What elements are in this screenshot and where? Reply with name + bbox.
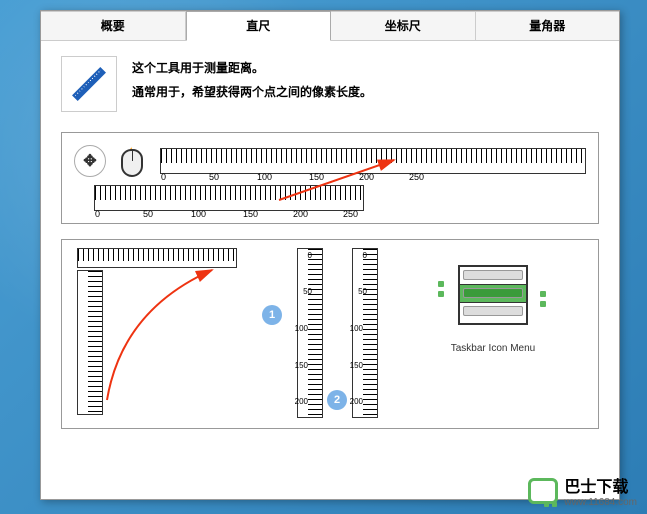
intro-section: 这个工具用于测量距离。 通常用于，希望获得两个点之间的像素长度。	[61, 56, 599, 112]
tab-protractor[interactable]: 量角器	[476, 11, 620, 40]
intro-line1: 这个工具用于测量距离。	[132, 56, 372, 80]
vertical-ruler-2: 0 50 100 150 200	[297, 248, 323, 418]
tab-overview[interactable]: 概要	[41, 11, 186, 40]
vertical-ruler-1	[77, 270, 103, 415]
intro-text: 这个工具用于测量距离。 通常用于，希望获得两个点之间的像素长度。	[132, 56, 372, 112]
badge-1: 1	[262, 305, 282, 325]
move-icon: ✥	[74, 145, 106, 177]
taskbar-label: Taskbar Icon Menu	[448, 343, 538, 354]
mouse-icon	[121, 145, 145, 177]
tab-bar: 概要 直尺 坐标尺 量角器	[41, 11, 619, 41]
vertical-ruler-3: 0 50 100 150 200	[352, 248, 378, 418]
example-panel-1: ✥ 0 50 100 150 200 250	[61, 132, 599, 224]
watermark-icon	[528, 478, 558, 504]
example-panel-2: 0 50 100 150 200 0 50 100 150 200 1 2	[61, 239, 599, 429]
small-hruler	[77, 248, 237, 268]
badge-2: 2	[327, 390, 347, 410]
watermark: 巴士下载 www.11684.com	[528, 473, 637, 508]
ruler-tool-icon	[61, 56, 117, 112]
watermark-url: www.11684.com	[564, 497, 637, 508]
horizontal-ruler-top: 0 50 100 150 200 250	[160, 148, 586, 174]
intro-line2: 通常用于，希望获得两个点之间的像素长度。	[132, 80, 372, 104]
help-window: 概要 直尺 坐标尺 量角器 这个工具用于测量距离。 通常用于，希望获得两个点之间…	[40, 10, 620, 500]
horizontal-ruler-bottom: 0 50 100 150 200 250	[94, 185, 364, 211]
tab-content: 这个工具用于测量距离。 通常用于，希望获得两个点之间的像素长度。 ✥ 0 50 …	[41, 41, 619, 459]
curve-arrow-icon	[92, 260, 242, 410]
taskbar-menu-illustration: Taskbar Icon Menu	[448, 265, 538, 365]
tab-ruler[interactable]: 直尺	[186, 11, 332, 41]
watermark-name: 巴士下载	[564, 473, 637, 497]
tab-coordinate[interactable]: 坐标尺	[331, 11, 476, 40]
